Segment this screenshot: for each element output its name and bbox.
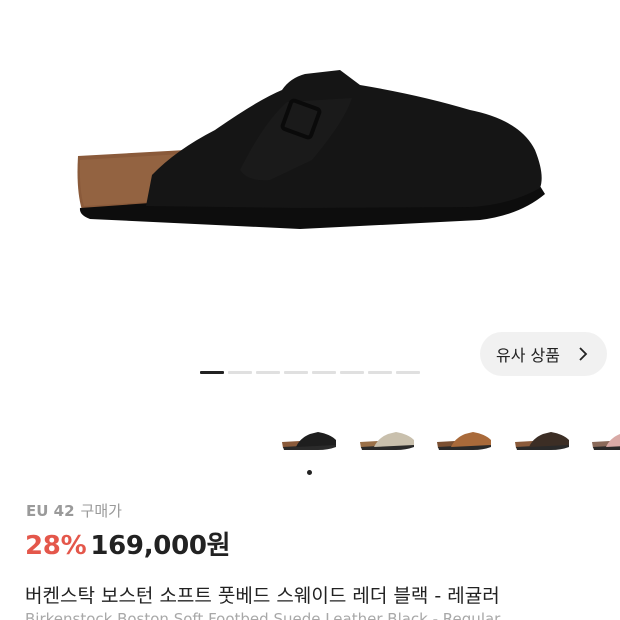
color-thumbnail-pink[interactable] (588, 420, 620, 460)
shoe-thumbnail-image (437, 432, 491, 450)
size-and-price-type: EU 42 구매가 (26, 500, 122, 521)
discount-rate: 28% (25, 531, 87, 561)
product-image-carousel[interactable] (0, 0, 620, 330)
price-line: 28% 169,000원 (25, 525, 231, 562)
pager-dot (200, 371, 224, 374)
similar-products-button[interactable]: 유사 상품 (480, 332, 607, 376)
chevron-right-icon (579, 347, 588, 361)
image-pager (200, 371, 420, 374)
pager-dot (256, 371, 280, 374)
size-label: EU 42 (26, 502, 75, 520)
pager-dot (284, 371, 308, 374)
color-thumbnail-mink[interactable] (433, 420, 497, 460)
pager-dot (312, 371, 336, 374)
pager-dot (396, 371, 420, 374)
pager-dot (368, 371, 392, 374)
color-thumbnail-dark-brown[interactable] (511, 420, 575, 460)
pager-dot (228, 371, 252, 374)
shoe-thumbnail-image (514, 432, 569, 450)
shoe-thumbnail-image (592, 434, 620, 450)
product-title-english: Birkenstock Boston Soft Footbed Suede Le… (25, 610, 501, 620)
price: 169,000원 (90, 531, 231, 561)
price-type-label: 구매가 (80, 502, 122, 520)
color-thumbnail-taupe[interactable] (356, 420, 420, 460)
product-title: 버켄스탁 보스턴 소프트 풋베드 스웨이드 레더 블랙 - 레귤러 (25, 585, 500, 607)
product-main-image (77, 70, 546, 229)
pager-dot (340, 371, 364, 374)
color-thumbnail-black[interactable] (278, 420, 342, 460)
selected-thumbnail-indicator (307, 470, 312, 475)
shoe-thumbnail-image (282, 432, 336, 450)
similar-products-label: 유사 상품 (496, 346, 560, 365)
shoe-thumbnail-image (359, 432, 414, 450)
